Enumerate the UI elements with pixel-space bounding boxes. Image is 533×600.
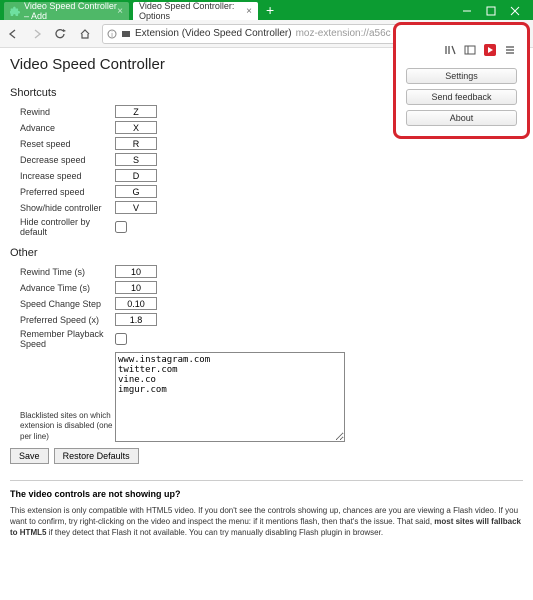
rewind-time-label: Rewind Time (s) — [10, 267, 115, 277]
sidebar-icon[interactable] — [463, 43, 477, 57]
showhide-input[interactable] — [115, 201, 157, 214]
decrease-input[interactable] — [115, 153, 157, 166]
tab-active[interactable]: Video Speed Controller: Options × — [133, 2, 258, 20]
settings-button[interactable]: Settings — [406, 68, 517, 84]
hide-default-label: Hide controller by default — [10, 217, 115, 237]
close-window-button[interactable] — [503, 2, 527, 20]
tab-inactive[interactable]: Video Speed Controller – Add × — [4, 2, 129, 20]
pref-speed-input[interactable] — [115, 313, 157, 326]
advance-time-label: Advance Time (s) — [10, 283, 115, 293]
rewind-label: Rewind — [10, 107, 115, 117]
url-label: Extension (Video Speed Controller) — [135, 28, 292, 39]
feedback-button[interactable]: Send feedback — [406, 89, 517, 105]
rewind-time-input[interactable] — [115, 265, 157, 278]
tab-active-label: Video Speed Controller: Options — [139, 1, 246, 21]
home-button[interactable] — [78, 27, 92, 41]
extension-popup: Settings Send feedback About — [393, 22, 530, 139]
advance-label: Advance — [10, 123, 115, 133]
blacklist-label: Blacklisted sites on which extension is … — [10, 411, 115, 442]
reload-button[interactable] — [54, 27, 68, 41]
about-button[interactable]: About — [406, 110, 517, 126]
library-icon[interactable] — [443, 43, 457, 57]
preferred-label: Preferred speed — [10, 187, 115, 197]
section-other: Other — [10, 247, 523, 259]
increase-label: Increase speed — [10, 171, 115, 181]
advance-input[interactable] — [115, 121, 157, 134]
reset-label: Reset speed — [10, 139, 115, 149]
increase-input[interactable] — [115, 169, 157, 182]
menu-icon[interactable] — [503, 43, 517, 57]
showhide-label: Show/hide controller — [10, 203, 115, 213]
tab-inactive-label: Video Speed Controller – Add — [24, 1, 117, 21]
advance-time-input[interactable] — [115, 281, 157, 294]
rewind-input[interactable] — [115, 105, 157, 118]
window-controls — [455, 2, 533, 20]
reset-input[interactable] — [115, 137, 157, 150]
decrease-label: Decrease speed — [10, 155, 115, 165]
close-icon[interactable]: × — [246, 6, 252, 17]
back-button[interactable] — [6, 27, 20, 41]
hide-default-checkbox[interactable] — [115, 221, 127, 233]
preferred-input[interactable] — [115, 185, 157, 198]
pref-speed-label: Preferred Speed (x) — [10, 315, 115, 325]
remember-label: Remember Playback Speed — [10, 329, 115, 349]
blacklist-textarea[interactable]: www.instagram.com twitter.com vine.co im… — [115, 352, 345, 442]
forward-button[interactable] — [30, 27, 44, 41]
addon-icon — [10, 6, 20, 16]
url-rest: moz-extension://a56c — [296, 28, 391, 39]
help-title: The video controls are not showing up? — [10, 489, 523, 499]
save-button[interactable]: Save — [10, 448, 49, 464]
help-text: This extension is only compatible with H… — [10, 505, 523, 539]
maximize-button[interactable] — [479, 2, 503, 20]
minimize-button[interactable] — [455, 2, 479, 20]
info-icon: i — [107, 29, 117, 39]
close-icon[interactable]: × — [117, 6, 123, 17]
extension-button[interactable] — [483, 43, 497, 57]
titlebar: Video Speed Controller – Add × Video Spe… — [0, 0, 533, 20]
remember-checkbox[interactable] — [115, 333, 127, 345]
speed-step-label: Speed Change Step — [10, 299, 115, 309]
speed-step-input[interactable] — [115, 297, 157, 310]
new-tab-button[interactable]: + — [258, 2, 282, 18]
restore-button[interactable]: Restore Defaults — [54, 448, 139, 464]
divider — [10, 480, 523, 481]
extension-icon — [121, 29, 131, 39]
